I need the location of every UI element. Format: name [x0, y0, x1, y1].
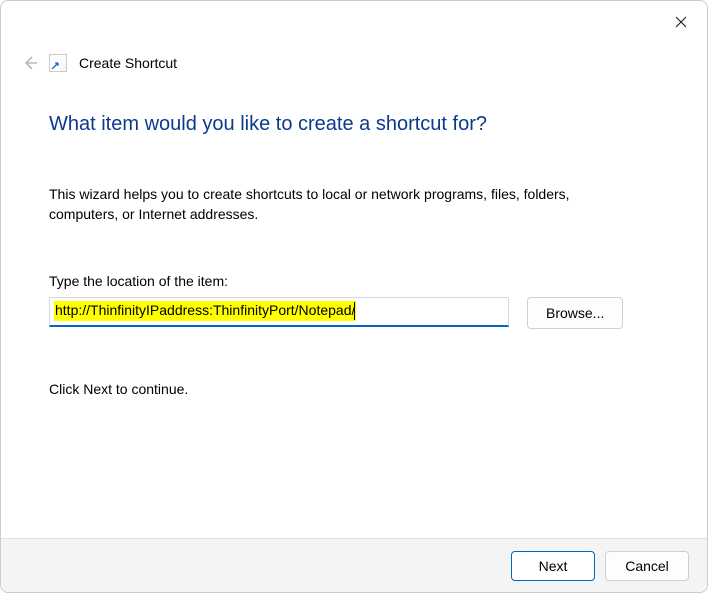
close-button[interactable]: [659, 7, 703, 37]
create-shortcut-dialog: Create Shortcut What item would you like…: [0, 0, 708, 593]
continue-text: Click Next to continue.: [49, 381, 659, 397]
browse-button[interactable]: Browse...: [527, 297, 623, 329]
location-input-container[interactable]: http://ThinfinityIPaddress:ThinfinityPor…: [49, 297, 509, 327]
cancel-button[interactable]: Cancel: [605, 551, 689, 581]
next-button[interactable]: Next: [511, 551, 595, 581]
back-button: [21, 54, 39, 72]
header-row: Create Shortcut: [1, 47, 707, 79]
back-arrow-icon: [21, 54, 39, 72]
shortcut-icon: [49, 54, 67, 72]
titlebar: [1, 1, 707, 41]
location-input-row: http://ThinfinityIPaddress:ThinfinityPor…: [49, 297, 659, 329]
dialog-title: Create Shortcut: [79, 55, 177, 71]
content-area: What item would you like to create a sho…: [1, 79, 707, 538]
text-caret: [354, 302, 355, 320]
wizard-description: This wizard helps you to create shortcut…: [49, 184, 609, 225]
close-icon: [675, 16, 687, 28]
dialog-footer: Next Cancel: [1, 538, 707, 592]
page-title: What item would you like to create a sho…: [49, 113, 659, 136]
location-input[interactable]: http://ThinfinityIPaddress:ThinfinityPor…: [54, 301, 356, 321]
location-label: Type the location of the item:: [49, 273, 659, 289]
